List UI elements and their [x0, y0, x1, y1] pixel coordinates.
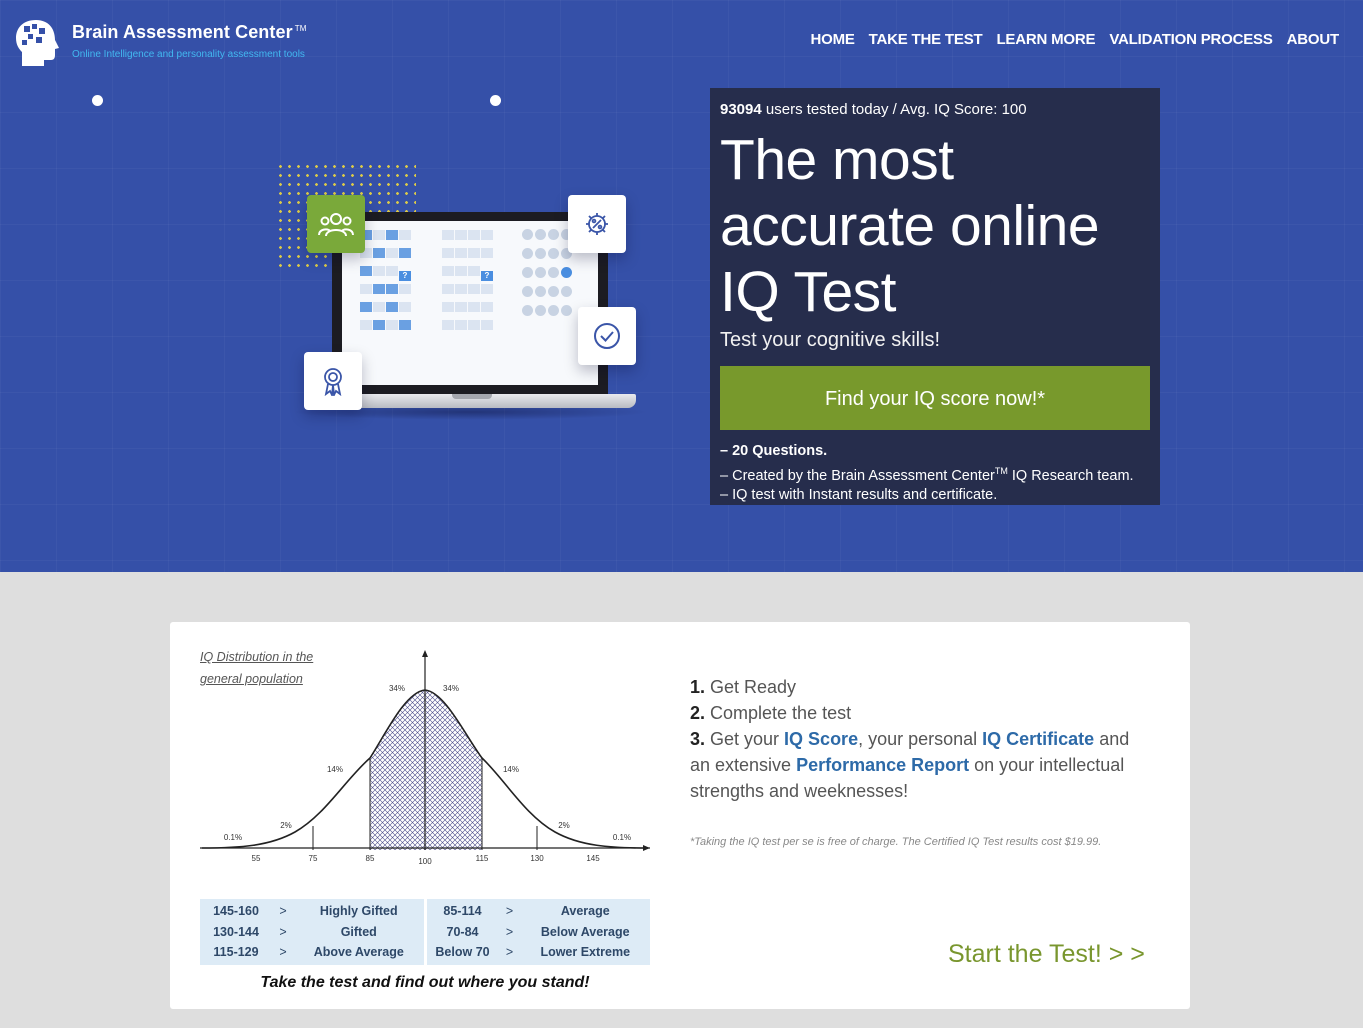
percent-label: 2% — [280, 821, 292, 830]
table-row: Below 70 > Lower Extreme — [435, 945, 631, 960]
laptop-screen: ? ? — [332, 212, 608, 395]
hero-section: Brain Assessment Center TM Online Intelli… — [0, 0, 1363, 572]
percent-label: 34% — [443, 684, 459, 693]
pricing-note: *Taking the IQ test per se is free of ch… — [690, 836, 1102, 848]
table-row: 70-84 > Below Average — [446, 924, 630, 939]
steps-list: 1. Get Ready 2. Complete the test 3. Get… — [690, 674, 1150, 804]
tick-label: 85 — [366, 854, 375, 863]
nav-validation-process[interactable]: VALIDATION PROCESS — [1109, 31, 1273, 48]
feature-list: – 20 Questions. – Created by the Brain A… — [720, 442, 1150, 505]
tick-label: 100 — [418, 857, 432, 866]
start-test-link[interactable]: Start the Test! > > — [948, 940, 1145, 969]
iq-table-column: 145-160 > Highly Gifted 130-144 > Gifted 115… — [200, 899, 424, 965]
nav-learn-more[interactable]: LEARN MORE — [996, 31, 1095, 48]
tick-label: 115 — [476, 854, 489, 863]
percent-label: 2% — [558, 821, 570, 830]
nav-home[interactable]: HOME — [810, 31, 854, 48]
feature-item: – 20 Questions. — [720, 443, 828, 459]
tick-label: 75 — [309, 854, 318, 863]
nav-take-the-test[interactable]: TAKE THE TEST — [869, 31, 983, 48]
distribution-tagline: Take the test and find out where you sta… — [260, 974, 590, 991]
iq-range-table: 145-160 > Highly Gifted 130-144 > Gifted 115… — [200, 899, 650, 965]
percent-gear-icon — [568, 195, 626, 253]
feature-item: – Created by the Brain Assessment Center… — [720, 465, 1134, 484]
tick-label: 145 — [586, 854, 600, 863]
table-row: 130-144 > Gifted — [213, 924, 377, 939]
table-row: 85-114 > Average — [443, 904, 610, 919]
iq-bell-curve: 55 75 85 100 115 130 145 0.1% 2% 14% 34%… — [200, 650, 650, 866]
step-item: 1. Get Ready — [690, 677, 797, 697]
users-icon — [307, 195, 365, 253]
page-subtitle: Test your cognitive skills! — [720, 329, 941, 351]
average-range-shade — [370, 690, 482, 850]
users-tested-stats: 93094 users tested today / Avg. IQ Score… — [720, 101, 1027, 118]
brand-name: Brain Assessment Center TM — [72, 22, 307, 42]
percent-label: 14% — [327, 765, 343, 774]
iq-table-column: 85-114 > Average 70-84 > Below Average Below… — [426, 899, 650, 965]
tick-label: 130 — [530, 854, 544, 863]
table-row: 115-129 > Above Average — [213, 945, 404, 960]
puzzle-grid: ? — [442, 229, 498, 337]
logo[interactable]: Brain Assessment Center TM Online Intelli… — [14, 18, 306, 68]
brain-head-icon — [16, 20, 59, 66]
percent-label: 0.1% — [224, 833, 242, 842]
main-nav: HOME TAKE THE TEST LEARN MORE VALIDATION… — [810, 31, 1339, 48]
info-card: IQ Distribution in the general populatio… — [170, 622, 1190, 1009]
feature-item: – IQ test with Instant results and certi… — [720, 486, 998, 503]
step-item: 2. Complete the test — [690, 703, 852, 723]
tick-label: 55 — [252, 854, 261, 863]
hero-panel: 93094 users tested today / Avg. IQ Score… — [710, 88, 1160, 505]
percent-label: 34% — [389, 684, 405, 693]
award-ribbon-icon — [304, 352, 362, 410]
decorative-dot — [490, 95, 501, 106]
find-iq-score-button[interactable]: Find your IQ score now!* — [720, 366, 1150, 430]
table-row: 145-160 > Highly Gifted — [213, 904, 398, 919]
puzzle-grid: ? — [360, 229, 416, 337]
brand-tagline: Online Intelligence and personality asse… — [72, 49, 305, 60]
decorative-dot — [92, 95, 103, 106]
step-item: 3. Get your IQ Score, your personal IQ C… — [690, 729, 1130, 801]
check-circle-icon — [578, 307, 636, 365]
percent-label: 14% — [503, 765, 519, 774]
nav-about[interactable]: ABOUT — [1287, 31, 1340, 48]
page-title: The most accurate online IQ Test — [720, 128, 1100, 324]
laptop-illustration: ? ? — [270, 160, 660, 430]
percent-label: 0.1% — [613, 833, 631, 842]
